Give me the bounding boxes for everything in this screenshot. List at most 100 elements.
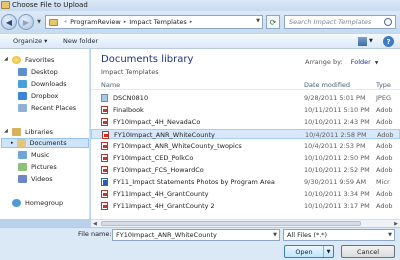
file-name: FY10Impact_ANR_WhiteCounty_twopics — [113, 142, 242, 150]
back-button[interactable]: ◀ — [1, 14, 17, 30]
chevron-down-icon[interactable]: ▼ — [369, 38, 373, 44]
pdf-file-icon — [101, 166, 108, 174]
chevron-right-icon: « — [64, 19, 68, 25]
nav-label: Pictures — [31, 163, 57, 171]
file-type: Adob — [376, 154, 393, 162]
search-placeholder: Search Impact Templates — [289, 18, 372, 26]
navigation-row: ◀ ▶ ▼ « ProgramReview ▸ Impact Templates… — [0, 11, 400, 33]
chevron-down-icon[interactable]: ▼ — [256, 18, 260, 24]
nav-label: Homegroup — [25, 199, 64, 207]
image-file-icon — [101, 94, 108, 102]
column-headers: Name Date modified Type — [91, 80, 400, 90]
table-row[interactable]: FY10Impact_CED_PolkCo 10/10/2011 2:50 PM A… — [91, 153, 400, 163]
breadcrumb-impact-templates[interactable]: Impact Templates — [129, 18, 187, 26]
nav-music[interactable]: Music — [18, 150, 50, 160]
file-date: 10/4/2011 2:53 PM — [304, 142, 366, 150]
arrange-by-dropdown[interactable]: Folder — [351, 58, 371, 66]
file-type: Adob — [377, 131, 394, 139]
dropbox-icon — [18, 92, 27, 100]
nav-label: Desktop — [31, 68, 58, 76]
pdf-file-icon — [101, 202, 108, 210]
nav-label: Downloads — [31, 80, 67, 88]
table-row[interactable]: FY11Impact_4H_GrantCounty 2 10/10/2011 3:… — [91, 201, 400, 211]
nav-label: Favorites — [25, 56, 55, 64]
expand-arrow-icon[interactable]: ▸ — [11, 140, 14, 146]
refresh-button[interactable]: ⟳ — [266, 15, 280, 29]
nav-label: Videos — [31, 175, 53, 183]
nav-videos[interactable]: Videos — [18, 174, 53, 184]
table-row[interactable]: FY11_Impact Statements Photos by Program… — [91, 177, 400, 187]
file-type: Adob — [376, 202, 393, 210]
address-bar[interactable]: « ProgramReview ▸ Impact Templates ▸ ▼ — [45, 15, 263, 29]
column-header-name[interactable]: Name — [101, 81, 120, 89]
file-name: FY10Impact_FCS_HowardCo — [113, 166, 204, 174]
view-options-icon[interactable] — [358, 37, 367, 46]
table-row[interactable]: FY10Impact_FCS_HowardCo 10/10/2011 2:52 P… — [91, 165, 400, 175]
pdf-file-icon — [101, 154, 108, 162]
organize-button[interactable]: Organize ▾ — [13, 37, 47, 45]
nav-label: Dropbox — [31, 92, 59, 100]
nav-downloads[interactable]: Downloads — [18, 79, 67, 89]
help-icon[interactable]: ? — [383, 36, 394, 47]
pdf-file-icon — [101, 190, 108, 198]
file-name-field[interactable]: FY10Impact_ANR_WhiteCounty ▼ — [112, 229, 280, 241]
file-name: FY11_Impact Statements Photos by Program… — [113, 178, 275, 186]
nav-documents[interactable]: ▸ Documents — [1, 138, 89, 148]
nav-label: Recent Places — [31, 104, 77, 112]
search-input[interactable]: Search Impact Templates — [284, 15, 396, 29]
file-name-panel: File name: FY10Impact_ANR_WhiteCounty ▼ … — [0, 227, 400, 260]
chevron-down-icon[interactable]: ▼ — [388, 230, 392, 240]
table-row[interactable]: FY10Impact_4H_NevadaCo 10/10/2011 2:43 PM… — [91, 117, 400, 127]
chevron-right-icon[interactable]: ▸ — [124, 19, 127, 25]
collapse-arrow-icon[interactable]: ◢ — [4, 56, 8, 62]
nav-libraries[interactable]: Libraries — [12, 127, 53, 137]
table-row[interactable]: FY10Impact_ANR_WhiteCounty_twopics 10/4/2… — [91, 141, 400, 151]
libraries-icon — [12, 128, 21, 136]
cancel-button[interactable]: Cancel — [341, 245, 395, 258]
nav-favorites[interactable]: Favorites — [12, 55, 54, 65]
nav-desktop[interactable]: Desktop — [18, 67, 58, 77]
table-row[interactable]: FY10Impact_ANR_WhiteCounty 10/4/2011 2:58… — [91, 129, 400, 139]
file-type-filter[interactable]: All Files (*.*) ▼ — [283, 229, 395, 241]
word-file-icon — [101, 178, 108, 186]
star-icon — [12, 56, 21, 64]
new-folder-button[interactable]: New folder — [63, 37, 98, 45]
nav-pictures[interactable]: Pictures — [18, 162, 57, 172]
file-type: Adob — [376, 118, 393, 126]
open-button[interactable]: Open ▼ — [284, 245, 334, 258]
pdf-file-icon — [101, 142, 108, 150]
table-row[interactable]: FY11Impact_4H_GrantCounty 10/10/2011 3:34… — [91, 189, 400, 199]
library-title: Documents library — [101, 54, 194, 65]
column-header-date[interactable]: Date modified — [304, 81, 350, 89]
column-header-type[interactable]: Type — [376, 81, 391, 89]
nav-recent-places[interactable]: Recent Places — [18, 103, 76, 113]
nav-label: Music — [31, 151, 50, 159]
collapse-arrow-icon[interactable]: ◢ — [4, 128, 8, 134]
scrollbar-thumb[interactable] — [101, 221, 361, 226]
nav-dropbox[interactable]: Dropbox — [18, 91, 58, 101]
arrange-label: Arrange by: — [305, 58, 343, 66]
pdf-file-icon — [101, 118, 108, 126]
file-name: DSCN0810 — [113, 94, 149, 102]
chevron-down-icon[interactable]: ▼ — [375, 61, 378, 66]
chevron-down-icon[interactable]: ▼ — [323, 246, 333, 257]
downloads-icon — [18, 80, 27, 88]
desktop-icon — [18, 68, 27, 76]
file-name-value: FY10Impact_ANR_WhiteCounty — [116, 231, 217, 239]
recent-locations-icon[interactable]: ▼ — [36, 19, 42, 25]
nav-homegroup[interactable]: Homegroup — [12, 198, 63, 208]
table-row[interactable]: DSCN0810 9/28/2011 5:01 PM JPEG — [91, 93, 400, 103]
library-subtitle[interactable]: Impact Templates — [101, 68, 159, 76]
open-button-label: Open — [295, 247, 313, 256]
table-row[interactable]: Finalbook 10/11/2011 5:10 PM Adob — [91, 105, 400, 115]
file-name: FY10Impact_ANR_WhiteCounty — [114, 131, 215, 139]
chevron-down-icon[interactable]: ▼ — [273, 230, 277, 240]
breadcrumb-programreview[interactable]: ProgramReview — [70, 18, 121, 26]
navigation-pane: ◢ Favorites Desktop Downloads Dropbox Re… — [0, 49, 90, 219]
file-date: 9/30/2011 9:59 AM — [304, 178, 367, 186]
file-name: Finalbook — [113, 106, 144, 114]
file-name: FY11Impact_4H_GrantCounty 2 — [113, 202, 215, 210]
forward-button[interactable]: ▶ — [18, 14, 34, 30]
chevron-right-icon[interactable]: ▸ — [190, 19, 193, 25]
horizontal-scrollbar[interactable]: ◀ ▶ — [91, 219, 400, 227]
